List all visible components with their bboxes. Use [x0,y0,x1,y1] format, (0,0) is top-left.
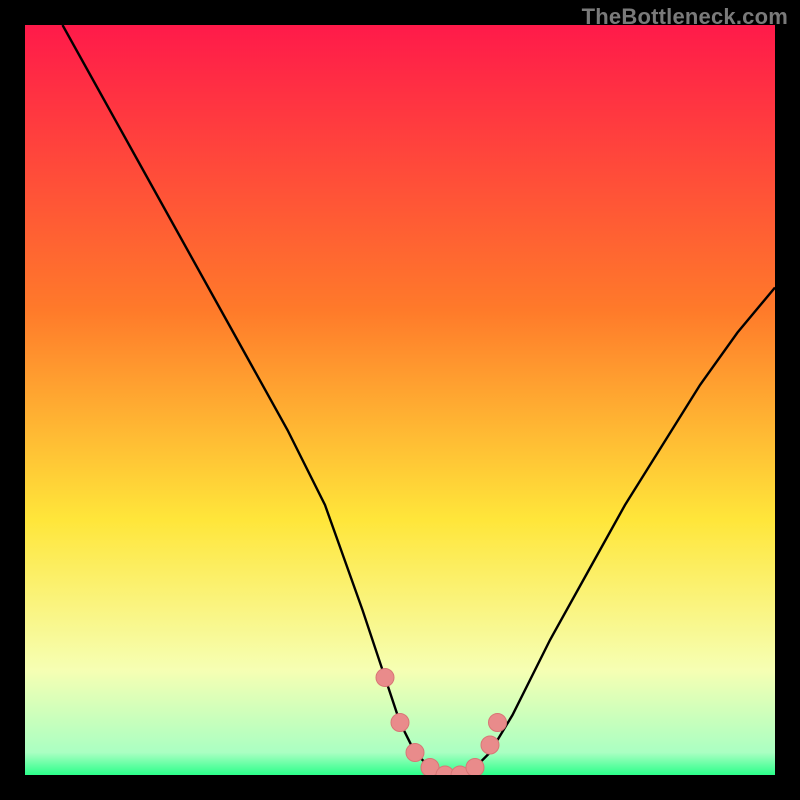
chart-svg [25,25,775,775]
gradient-background [25,25,775,775]
marker-point [481,736,499,754]
marker-point [466,759,484,776]
marker-point [406,744,424,762]
marker-point [376,669,394,687]
marker-point [489,714,507,732]
watermark-text: TheBottleneck.com [582,4,788,30]
marker-point [391,714,409,732]
chart-frame: TheBottleneck.com [0,0,800,800]
plot-area [25,25,775,775]
